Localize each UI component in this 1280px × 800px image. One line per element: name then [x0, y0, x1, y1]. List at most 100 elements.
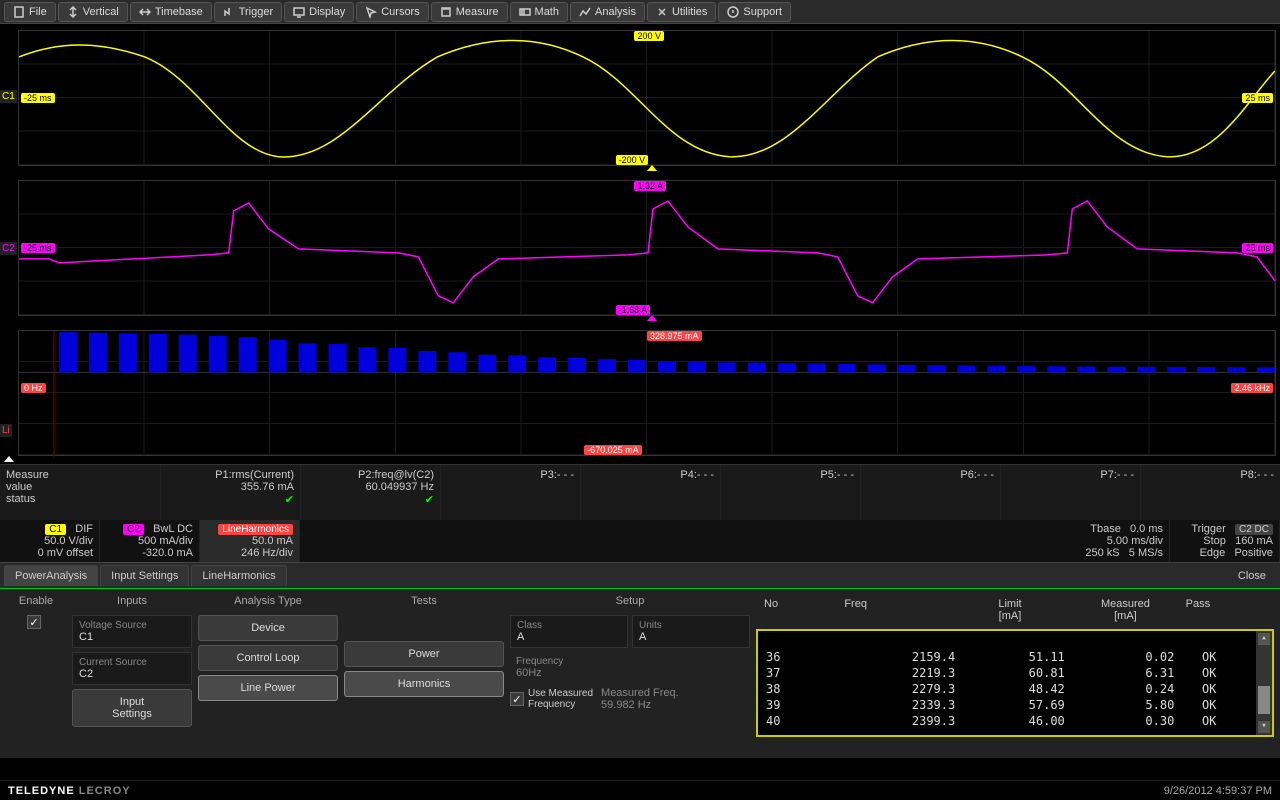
support-icon [727, 6, 739, 18]
timestamp: 9/26/2012 4:59:37 PM [1164, 785, 1272, 797]
waveform-c2 [19, 181, 1275, 317]
units-field[interactable]: UnitsA [632, 615, 750, 648]
measure-p4[interactable]: P4:- - - [580, 465, 720, 520]
waveform-grid-harmonics[interactable]: 328.975 mA -670.025 mA 0 Hz 2.46 kHz [18, 330, 1276, 456]
analysis-type-header: Analysis Type [198, 595, 338, 607]
marker-c1-right: 25 ms [1242, 93, 1273, 103]
channel-info-c2[interactable]: C2 BwL DC 500 mA/div -320.0 mA [100, 520, 200, 562]
harmonics-bars [19, 331, 1275, 457]
menu-math-label: Math [535, 6, 559, 18]
math-icon [519, 6, 531, 18]
voltage-source-field[interactable]: Voltage SourceC1 [72, 615, 192, 648]
channel-label-c2: C2 [0, 242, 17, 255]
measure-p5[interactable]: P5:- - - [720, 465, 860, 520]
menu-display[interactable]: Display [284, 2, 354, 22]
enable-header: Enable [19, 595, 53, 607]
power-button[interactable]: Power [344, 641, 504, 667]
line-power-button[interactable]: Line Power [198, 675, 338, 701]
menu-trigger-label: Trigger [239, 6, 273, 18]
col-pass: Pass [1186, 598, 1266, 622]
measure-icon [440, 6, 452, 18]
table-body[interactable]: 362159.451.110.02OK372219.360.816.31OK38… [756, 629, 1274, 737]
measure-label-measure: Measure [6, 469, 154, 481]
setup-header: Setup [510, 595, 750, 607]
menu-file-label: File [29, 6, 47, 18]
cursors-icon [365, 6, 377, 18]
class-field[interactable]: ClassA [510, 615, 628, 648]
channel-harm-scale: 50.0 mA [206, 535, 293, 547]
enable-checkbox[interactable] [27, 615, 41, 629]
channel-c1-scale: 50.0 V/div [6, 535, 93, 547]
marker-harm-bottom: -670.025 mA [584, 445, 642, 455]
menu-timebase[interactable]: Timebase [130, 2, 212, 22]
menu-measure[interactable]: Measure [431, 2, 508, 22]
display-icon [293, 6, 305, 18]
measure-p6[interactable]: P6:- - - [860, 465, 1000, 520]
timebase-scale: 5.00 ms/div [1066, 535, 1163, 547]
table-row[interactable]: 362159.451.110.02OK [758, 649, 1272, 665]
menu-analysis-label: Analysis [595, 6, 636, 18]
measure-p3[interactable]: P3:- - - [440, 465, 580, 520]
col-no: No [764, 598, 844, 622]
menu-file[interactable]: File [4, 2, 56, 22]
menubar: File Vertical Timebase Trigger Display C… [0, 0, 1280, 24]
menu-math[interactable]: Math [510, 2, 568, 22]
device-button[interactable]: Device [198, 615, 338, 641]
input-settings-button[interactable]: Input Settings [72, 689, 192, 727]
marker-c1-left: -25 ms [21, 93, 55, 103]
channel-tag-c2: C2 [123, 524, 144, 535]
table-row[interactable]: 372219.360.816.31OK [758, 665, 1272, 681]
scroll-thumb[interactable] [1258, 686, 1270, 714]
table-row[interactable]: 402399.346.000.30OK [758, 713, 1272, 729]
waveform-grid-c2[interactable]: 1.32 A -1.68 A -25 ms 25 ms [18, 180, 1276, 316]
timebase-samples: 250 kS [1085, 547, 1119, 559]
menu-utilities[interactable]: Utilities [647, 2, 716, 22]
table-header: No Freq Limit [mA] Measured [mA] Pass [756, 595, 1274, 625]
measure-p2[interactable]: P2:freq@lv(C2)60.049937 Hz✔ [300, 465, 440, 520]
menu-cursors[interactable]: Cursors [356, 2, 429, 22]
table-row[interactable]: 382279.348.420.24OK [758, 681, 1272, 697]
harmonics-button[interactable]: Harmonics [344, 671, 504, 697]
tests-header: Tests [344, 595, 504, 607]
panel-poweranalysis: Enable Inputs Voltage SourceC1 Current S… [0, 588, 1280, 758]
channel-label-harmonics: Li [0, 424, 12, 437]
channel-c2-offset: -320.0 mA [106, 547, 193, 559]
scroll-up-icon[interactable]: ▴ [1258, 633, 1270, 645]
trigger-info[interactable]: Trigger C2 DC Stop 160 mA Edge Positive [1170, 520, 1280, 562]
use-measured-freq-checkbox[interactable] [510, 692, 524, 706]
control-loop-button[interactable]: Control Loop [198, 645, 338, 671]
trigger-type: Edge [1200, 547, 1226, 559]
measure-p1[interactable]: P1:rms(Current)355.76 mA✔ [160, 465, 300, 520]
channel-info-harmonics[interactable]: LineHarmonics 50.0 mA 246 Hz/div [200, 520, 300, 562]
trigger-slope: Positive [1234, 547, 1273, 559]
measure-p8[interactable]: P8:- - - [1140, 465, 1280, 520]
trigger-indicator-c2 [647, 315, 657, 321]
tab-poweranalysis[interactable]: PowerAnalysis [4, 565, 98, 586]
menu-trigger[interactable]: Trigger [214, 2, 282, 22]
utilities-icon [656, 6, 668, 18]
trigger-state: Stop [1203, 535, 1226, 547]
menu-analysis[interactable]: Analysis [570, 2, 645, 22]
marker-c2-right: 25 ms [1242, 243, 1273, 253]
tab-inputsettings[interactable]: Input Settings [100, 565, 189, 586]
channel-badges-c1: DIF [75, 523, 93, 535]
menu-support[interactable]: Support [718, 2, 791, 22]
close-button[interactable]: Close [1228, 566, 1276, 586]
analysis-icon [579, 6, 591, 18]
menu-vertical[interactable]: Vertical [58, 2, 128, 22]
waveform-grid-c1[interactable]: 200 V -200 V -25 ms 25 ms [18, 30, 1276, 166]
measured-freq-label: Measured Freq. [601, 687, 750, 699]
measure-row: Measure value status P1:rms(Current)355.… [0, 464, 1280, 520]
timebase-info[interactable]: Tbase 0.0 ms 5.00 ms/div 250 kS 5 MS/s [1060, 520, 1170, 562]
measured-freq-value: 59.982 Hz [601, 699, 750, 711]
menu-measure-label: Measure [456, 6, 499, 18]
scroll-down-icon[interactable]: ▾ [1258, 721, 1270, 733]
scrollbar[interactable]: ▴ ▾ [1256, 631, 1272, 735]
channel-info-c1[interactable]: C1 DIF 50.0 V/div 0 mV offset [0, 520, 100, 562]
measure-p7[interactable]: P7:- - - [1000, 465, 1140, 520]
current-source-field[interactable]: Current SourceC2 [72, 652, 192, 685]
timebase-title: Tbase [1090, 523, 1121, 535]
tab-lineharmonics[interactable]: LineHarmonics [191, 565, 286, 586]
table-row[interactable]: 392339.357.695.80OK [758, 697, 1272, 713]
channel-tag-c1: C1 [45, 524, 66, 535]
